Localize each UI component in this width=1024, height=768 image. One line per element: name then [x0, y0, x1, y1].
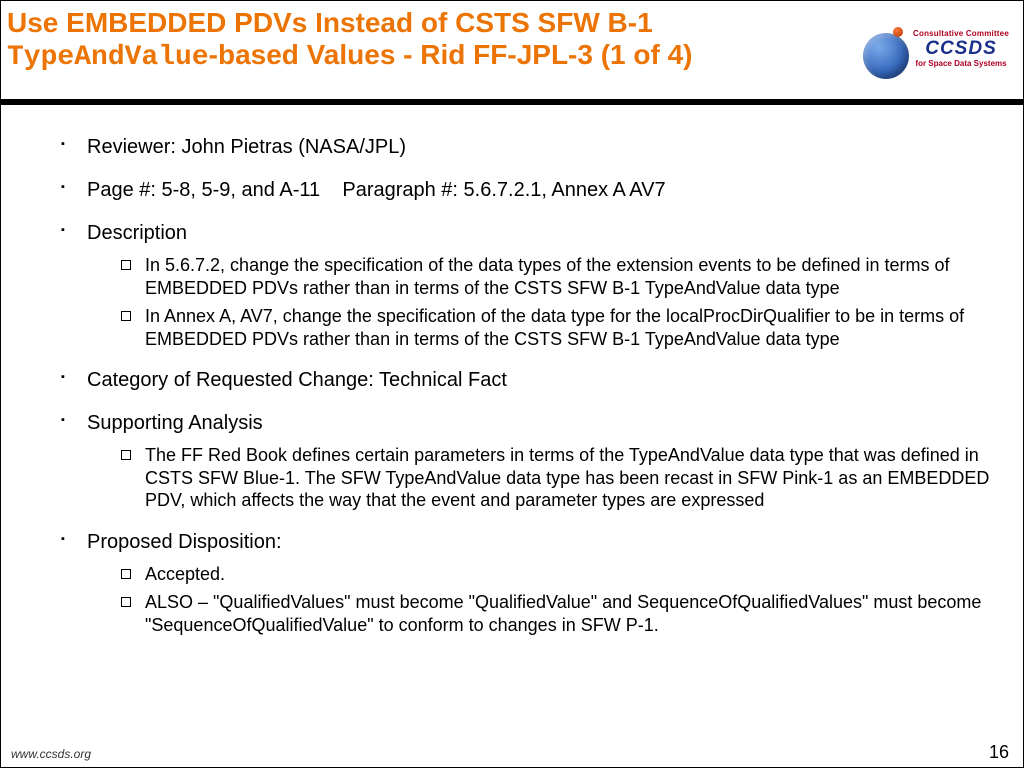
- page-text: Page #: 5-8, 5-9, and A-11 Paragraph #: …: [87, 179, 666, 201]
- slide-header: Use EMBEDDED PDVs Instead of CSTS SFW B-…: [1, 1, 1023, 99]
- description-label: Description: [87, 222, 187, 244]
- reviewer-text: Reviewer: John Pietras (NASA/JPL): [87, 136, 406, 158]
- title-mono: TypeAndValue: [7, 42, 209, 73]
- list-item: Description In 5.6.7.2, change the speci…: [61, 221, 993, 350]
- logo-dot-icon: [893, 27, 903, 37]
- list-item: The FF Red Book defines certain paramete…: [115, 444, 993, 512]
- ccsds-logo: Consultative Committee CCSDS for Space D…: [863, 29, 1013, 83]
- disp-item-0: Accepted.: [145, 564, 225, 584]
- body-list: Reviewer: John Pietras (NASA/JPL) Page #…: [61, 135, 993, 636]
- list-item: Accepted.: [115, 563, 993, 586]
- title-part2: -based Values - Rid FF-JPL-3 (1 of 4): [209, 39, 693, 70]
- list-item: In 5.6.7.2, change the specification of …: [115, 254, 993, 299]
- logo-tagline-bottom: for Space Data Systems: [905, 59, 1017, 68]
- page-number: 16: [989, 742, 1009, 763]
- support-item-0: The FF Red Book defines certain paramete…: [145, 445, 989, 510]
- description-sublist: In 5.6.7.2, change the specification of …: [87, 254, 993, 350]
- disposition-label: Proposed Disposition:: [87, 531, 282, 553]
- logo-tagline-top: Consultative Committee: [905, 29, 1017, 38]
- disposition-sublist: Accepted. ALSO – "QualifiedValues" must …: [87, 563, 993, 637]
- disp-item-1: ALSO – "QualifiedValues" must become "Qu…: [145, 592, 981, 635]
- list-item: ALSO – "QualifiedValues" must become "Qu…: [115, 591, 993, 636]
- globe-icon: [863, 33, 909, 79]
- list-item: Reviewer: John Pietras (NASA/JPL): [61, 135, 993, 160]
- support-label: Supporting Analysis: [87, 412, 263, 434]
- list-item: Proposed Disposition: Accepted. ALSO – "…: [61, 530, 993, 637]
- support-sublist: The FF Red Book defines certain paramete…: [87, 444, 993, 512]
- list-item: Page #: 5-8, 5-9, and A-11 Paragraph #: …: [61, 178, 993, 203]
- desc-item-1: In Annex A, AV7, change the specificatio…: [145, 306, 964, 349]
- logo-acronym: CCSDS: [905, 39, 1017, 58]
- desc-item-0: In 5.6.7.2, change the specification of …: [145, 255, 950, 298]
- footer-url: www.ccsds.org: [11, 747, 91, 761]
- category-text: Category of Requested Change: Technical …: [87, 369, 507, 391]
- list-item: In Annex A, AV7, change the specificatio…: [115, 305, 993, 350]
- list-item: Supporting Analysis The FF Red Book defi…: [61, 411, 993, 512]
- list-item: Category of Requested Change: Technical …: [61, 368, 993, 393]
- title-part1: Use EMBEDDED PDVs Instead of CSTS SFW B-…: [7, 7, 653, 38]
- logo-text: Consultative Committee CCSDS for Space D…: [905, 29, 1017, 68]
- slide: Use EMBEDDED PDVs Instead of CSTS SFW B-…: [0, 0, 1024, 768]
- slide-title: Use EMBEDDED PDVs Instead of CSTS SFW B-…: [7, 7, 867, 74]
- slide-body: Reviewer: John Pietras (NASA/JPL) Page #…: [1, 105, 1023, 636]
